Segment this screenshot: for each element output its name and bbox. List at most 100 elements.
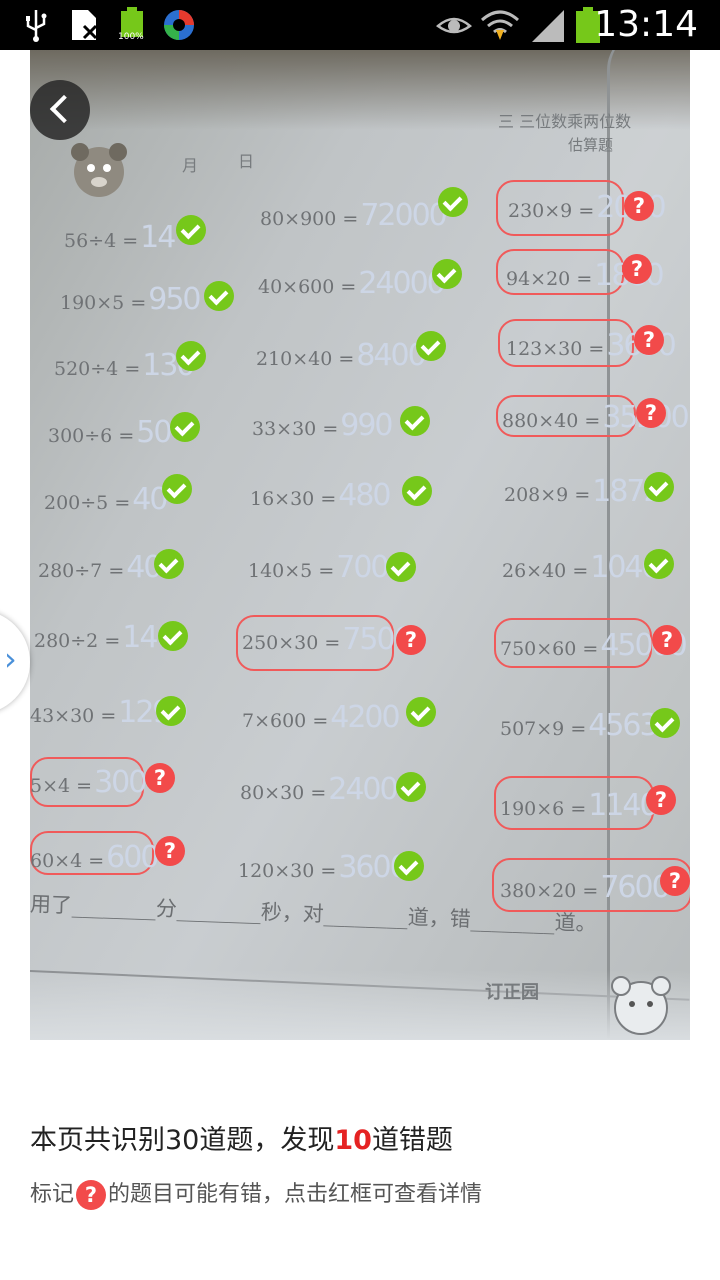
clock: 13:14 xyxy=(594,4,698,45)
sim-icon xyxy=(72,10,98,40)
correct-check-icon xyxy=(406,697,436,727)
question-expression: 300÷6 = xyxy=(48,425,135,447)
hint-prefix: 标记 xyxy=(30,1182,75,1207)
next-page-tab[interactable]: › xyxy=(0,610,30,714)
question-item: 208×9 =1872 xyxy=(504,474,663,509)
question-expression: 80×30 = xyxy=(240,782,327,804)
question-expression: 280÷7 = xyxy=(38,560,125,582)
header-text: 三 三位数乘两位数 xyxy=(498,112,632,131)
possible-error-icon[interactable]: ? xyxy=(155,836,185,866)
possible-error-icon[interactable]: ? xyxy=(624,191,654,221)
question-item: 380×20 =7600 xyxy=(500,870,671,905)
handwritten-answer: 2400 xyxy=(328,772,398,807)
question-expression: 230×9 = xyxy=(508,200,595,222)
question-expression: 750×60 = xyxy=(500,638,599,660)
question-expression: 208×9 = xyxy=(504,484,591,506)
question-expression: 507×9 = xyxy=(500,718,587,740)
date-day: 日 xyxy=(238,152,255,171)
possible-error-icon[interactable]: ? xyxy=(396,625,426,655)
question-expression: 56÷4 = xyxy=(64,230,139,252)
header-text-2: 估算题 xyxy=(568,136,614,154)
question-expression: 120×30 = xyxy=(238,860,337,882)
question-item: 507×9 =4563 xyxy=(500,708,659,743)
possible-error-icon[interactable]: ? xyxy=(646,785,676,815)
question-expression: 94×20 = xyxy=(506,268,593,290)
question-expression: 123×30 = xyxy=(506,338,605,360)
question-expression: 280÷2 = xyxy=(34,630,121,652)
question-item: 140×5 =700 xyxy=(248,550,390,585)
question-expression: 520÷4 = xyxy=(54,358,141,380)
question-expression: 190×6 = xyxy=(500,798,587,820)
correct-check-icon xyxy=(158,621,188,651)
correct-check-icon xyxy=(432,259,462,289)
handwritten-answer: 4563 xyxy=(588,708,658,743)
question-item: 5×4 =300 xyxy=(30,765,147,800)
photo-bottom xyxy=(30,970,690,1040)
question-item: 26×40 =1040 xyxy=(502,550,661,585)
question-item: 190×6 =1140 xyxy=(500,788,659,823)
eye-icon xyxy=(436,17,472,34)
question-item: 16×30 =480 xyxy=(250,478,392,513)
possible-error-icon[interactable]: ? xyxy=(622,254,652,284)
question-expression: 380×20 = xyxy=(500,880,599,902)
handwritten-answer: 600 xyxy=(106,840,159,875)
question-item: 80×900 =72000 xyxy=(260,198,448,233)
summary-suffix: 道错题 xyxy=(371,1125,453,1156)
question-item: 56÷4 =14 xyxy=(64,220,176,255)
handwritten-answer: 950 xyxy=(148,282,201,317)
question-expression: 40×600 = xyxy=(258,276,357,298)
correct-check-icon xyxy=(400,406,430,436)
correct-check-icon xyxy=(176,215,206,245)
correct-check-icon xyxy=(170,412,200,442)
correct-check-icon xyxy=(394,851,424,881)
question-expression: 200÷5 = xyxy=(44,492,131,514)
question-expression: 26×40 = xyxy=(502,560,589,582)
summary-prefix: 本页共识别30道题，发现 xyxy=(30,1125,335,1156)
correct-check-icon xyxy=(396,772,426,802)
battery-small-icon: 100% xyxy=(118,7,146,43)
summary-text: 本页共识别30道题，发现10道错题 xyxy=(30,1118,453,1157)
handwritten-answer: 300 xyxy=(94,765,147,800)
question-expression: 210×40 = xyxy=(256,348,355,370)
correct-check-icon xyxy=(644,472,674,502)
worksheet-photo[interactable]: 三 三位数乘两位数 估算题 月 日 56÷4 =14 190×5 =950 520÷… xyxy=(30,50,690,1040)
question-item: 280÷2 =140 xyxy=(34,620,176,655)
handwritten-answer: 24000 xyxy=(358,266,445,301)
possible-error-icon[interactable]: ? xyxy=(636,398,666,428)
correct-check-icon xyxy=(204,281,234,311)
possible-error-icon[interactable]: ? xyxy=(652,625,682,655)
wifi-icon xyxy=(481,10,519,40)
question-item: 60×4 =600 xyxy=(30,840,159,875)
possible-error-icon[interactable]: ? xyxy=(145,763,175,793)
handwritten-answer: 72000 xyxy=(360,198,447,233)
question-expression: 16×30 = xyxy=(250,488,337,510)
hint-suffix: 的题目可能有错，点击红框可查看详情 xyxy=(108,1182,483,1207)
question-item: 33×30 =990 xyxy=(252,408,394,443)
question-expression: 33×30 = xyxy=(252,418,339,440)
correct-check-icon xyxy=(402,476,432,506)
question-item: 80×30 =2400 xyxy=(240,772,399,807)
correct-check-icon xyxy=(386,552,416,582)
question-expression: 80×900 = xyxy=(260,208,359,230)
back-button[interactable] xyxy=(30,80,90,140)
question-expression: 7×600 = xyxy=(242,710,329,732)
tiger-mascot-icon xyxy=(611,976,671,1035)
handwritten-answer: 700 xyxy=(336,550,389,585)
question-item: 120×30 =3600 xyxy=(238,850,409,885)
handwritten-answer: 14 xyxy=(140,220,176,255)
correct-check-icon xyxy=(438,187,468,217)
correct-check-icon xyxy=(176,341,206,371)
handwritten-answer: 50 xyxy=(136,415,172,450)
handwritten-answer: 990 xyxy=(340,408,393,443)
tiger-mascot-icon xyxy=(71,143,127,197)
battery-percent-label: 100% xyxy=(118,32,144,42)
possible-error-icon[interactable]: ? xyxy=(634,325,664,355)
question-item: 280÷7 =40 xyxy=(38,550,162,585)
possible-error-icon[interactable]: ? xyxy=(660,866,690,896)
handwritten-answer: 7600 xyxy=(600,870,670,905)
correct-check-icon xyxy=(154,549,184,579)
question-item: 200÷5 =40 xyxy=(44,482,168,517)
question-expression: 43×30 = xyxy=(30,705,117,727)
stamp-label: 订正园 xyxy=(485,982,539,1003)
question-item: 7×600 =4200 xyxy=(242,700,401,735)
